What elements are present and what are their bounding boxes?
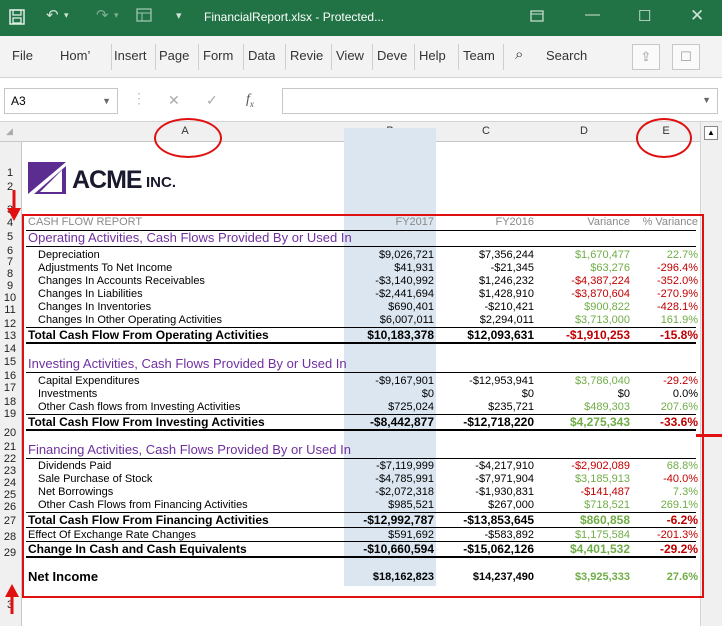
tab-form[interactable]: Form (203, 48, 233, 63)
ribbon-tabs: File Hom’ Insert Page Form Data Revie Vi… (0, 36, 722, 78)
row-header[interactable]: 23 (0, 466, 20, 477)
arrow-up-icon (5, 584, 19, 614)
tab-page[interactable]: Page (159, 48, 189, 63)
row-header[interactable]: 7 (0, 257, 20, 268)
tab-help[interactable]: Help (419, 48, 446, 63)
column-header-c[interactable]: C (436, 125, 536, 137)
search-label[interactable]: Search (546, 48, 587, 63)
undo-dropdown-icon[interactable]: ▾ (64, 10, 69, 21)
ribbon-display-icon[interactable] (530, 9, 544, 27)
row-header[interactable]: 14 (0, 344, 20, 355)
tab-separator (372, 44, 373, 70)
layout-icon[interactable] (136, 7, 152, 27)
customize-icon[interactable]: ▾ (176, 9, 182, 22)
row-header[interactable]: 12 (0, 319, 20, 330)
annotation-right-marker (696, 434, 722, 437)
name-box[interactable]: A3 ▼ (4, 88, 118, 114)
row-header[interactable]: 21 (0, 442, 20, 453)
redo-icon[interactable]: ↷ (96, 6, 109, 24)
tab-team[interactable]: Team (463, 48, 495, 63)
expand-formula-icon[interactable]: ▼ (702, 95, 711, 105)
insert-function-icon[interactable]: fx (246, 92, 254, 109)
row-header[interactable]: 20 (0, 428, 20, 439)
row-header[interactable]: 28 (0, 532, 20, 543)
row-header[interactable]: 27 (0, 516, 20, 527)
row-header[interactable]: 29 (0, 548, 20, 559)
row-header[interactable]: 11 (0, 305, 20, 316)
row-header[interactable]: 19 (0, 409, 20, 420)
share-icon[interactable]: ⇪ (632, 44, 660, 70)
row-header[interactable]: 25 (0, 490, 20, 501)
tab-review[interactable]: Revie (290, 48, 323, 63)
tab-separator (458, 44, 459, 70)
close-icon[interactable]: ✕ (690, 6, 704, 26)
scroll-up-icon[interactable]: ▲ (704, 126, 718, 140)
select-all-icon[interactable]: ◢ (6, 126, 13, 137)
tab-separator (243, 44, 244, 70)
row-header[interactable]: 5 (0, 232, 20, 243)
row-header[interactable]: 22 (0, 454, 20, 465)
row-header[interactable]: 10 (0, 293, 20, 304)
row-header[interactable]: 24 (0, 478, 20, 489)
row-header[interactable]: 13 (0, 331, 20, 342)
annotation-print-area-rect (22, 214, 704, 598)
tab-home[interactable]: Hom’ (60, 48, 108, 63)
row-header[interactable]: 1 (0, 168, 20, 179)
acme-logo-mark-icon (28, 162, 66, 194)
tab-separator (111, 44, 112, 70)
tab-data[interactable]: Data (248, 48, 275, 63)
tab-file[interactable]: File (12, 48, 33, 63)
arrow-down-icon (7, 190, 21, 221)
row-header[interactable]: 8 (0, 269, 20, 280)
more-options-icon: ⋮ (132, 90, 146, 106)
window-title: FinancialReport.xlsx - Protected... (204, 10, 385, 24)
tab-separator (331, 44, 332, 70)
comments-icon[interactable]: ☐ (672, 44, 700, 70)
chevron-down-icon[interactable]: ▼ (102, 89, 111, 113)
row-header[interactable]: 9 (0, 281, 20, 292)
tab-separator (503, 44, 504, 70)
save-icon[interactable] (8, 8, 26, 30)
row-header[interactable]: 26 (0, 502, 20, 513)
cancel-icon[interactable]: ✕ (168, 92, 180, 109)
logo-text: ACME (72, 166, 143, 194)
annotation-circle-column-a (154, 118, 222, 158)
enter-icon[interactable]: ✓ (206, 92, 218, 109)
tab-insert[interactable]: Insert (114, 48, 154, 63)
undo-icon[interactable]: ↶ (46, 6, 59, 24)
tab-developer[interactable]: Deve (377, 48, 407, 63)
row-header[interactable]: 18 (0, 397, 20, 408)
row-header[interactable]: 17 (0, 383, 20, 394)
tab-separator (198, 44, 199, 70)
tab-view[interactable]: View (336, 48, 364, 63)
logo-suffix: INC. (146, 174, 176, 191)
column-header-d[interactable]: D (536, 125, 632, 137)
tab-separator (414, 44, 415, 70)
name-box-value: A3 (11, 94, 26, 108)
row-header[interactable]: 15 (0, 357, 20, 368)
row-header[interactable]: 16 (0, 371, 20, 382)
formula-bar: A3 ▼ ⋮ ✕ ✓ fx ▼ (0, 78, 722, 122)
maximize-icon[interactable]: ☐ (638, 7, 651, 25)
title-bar: ↶ ▾ ↷ ▾ ▾ FinancialReport.xlsx - Protect… (0, 0, 722, 36)
search-icon[interactable]: ⌕ (515, 46, 523, 63)
minimize-icon[interactable]: — (585, 6, 600, 23)
formula-input[interactable]: ▼ (282, 88, 718, 114)
tab-separator (285, 44, 286, 70)
annotation-circle-column-e (636, 118, 692, 158)
redo-dropdown-icon[interactable]: ▾ (114, 10, 119, 21)
tab-separator (155, 44, 156, 70)
